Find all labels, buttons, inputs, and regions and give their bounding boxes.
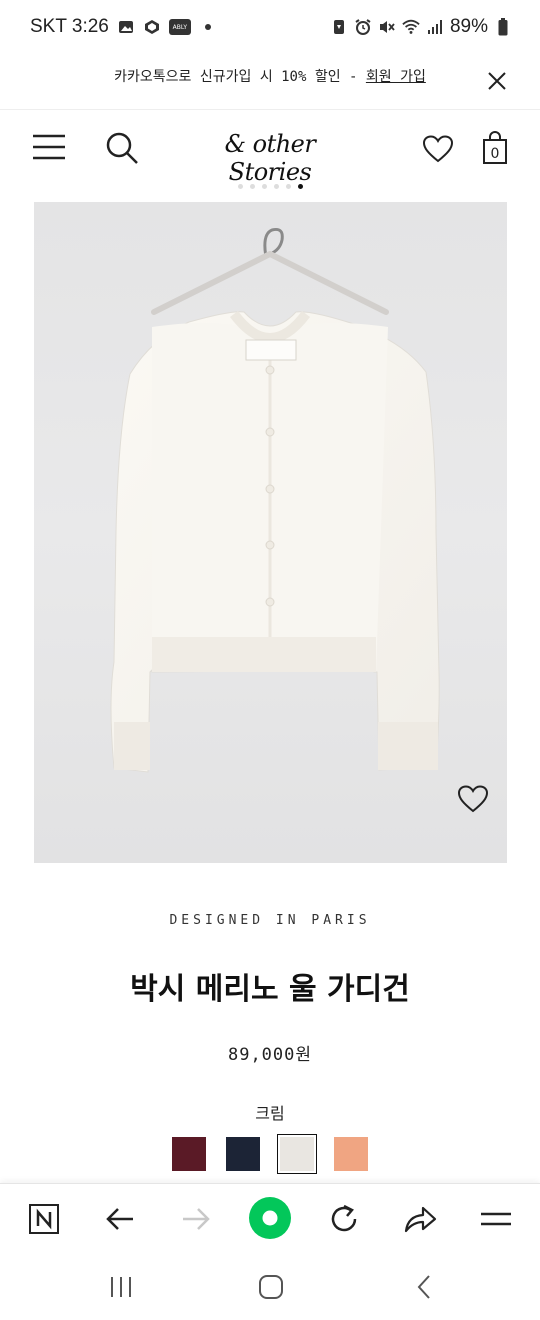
signup-link[interactable]: 회원 가입 xyxy=(366,69,426,85)
status-bar: SKT 3:26 ABLY 89% xyxy=(0,0,540,58)
tagline: DESIGNED IN PARIS xyxy=(169,913,371,928)
share-icon[interactable] xyxy=(402,1201,438,1237)
carousel-dot[interactable] xyxy=(297,184,303,189)
status-left: SKT 3:26 ABLY xyxy=(30,16,217,38)
cart-count: 0 xyxy=(490,146,500,162)
carousel-dot[interactable] xyxy=(249,184,255,189)
close-icon[interactable] xyxy=(486,70,508,92)
carousel-dot[interactable] xyxy=(285,184,291,189)
swatch-fill xyxy=(172,1137,206,1171)
signal-icon xyxy=(426,18,444,36)
search-icon[interactable] xyxy=(104,130,140,166)
back-arrow-icon[interactable] xyxy=(102,1201,138,1237)
color-swatch[interactable] xyxy=(331,1134,371,1174)
menu-icon[interactable] xyxy=(32,132,66,162)
home-icon[interactable] xyxy=(255,1271,287,1303)
product-price: 89,000원 xyxy=(227,1045,313,1065)
recents-icon[interactable] xyxy=(105,1271,137,1303)
carousel-dot[interactable] xyxy=(261,184,267,189)
color-swatch[interactable] xyxy=(223,1134,263,1174)
color-swatches xyxy=(0,1134,540,1174)
menu-lines-icon[interactable] xyxy=(478,1201,514,1237)
forward-arrow-icon xyxy=(178,1201,214,1237)
carousel-dot[interactable] xyxy=(237,184,243,189)
product-title: 박시 메리노 울 가디건 xyxy=(130,972,410,1007)
selected-color-name: 크림 xyxy=(255,1104,285,1123)
bag-icon[interactable]: 0 xyxy=(480,130,510,166)
status-right: 89% xyxy=(330,16,512,38)
promo-text: 카카오톡으로 신규가입 시 10% 할인 - xyxy=(114,69,366,85)
carrier-time: SKT 3:26 xyxy=(30,16,109,37)
browser-toolbar xyxy=(0,1183,540,1253)
system-nav-bar xyxy=(0,1253,540,1320)
swatch-fill xyxy=(280,1137,314,1171)
carousel-dot[interactable] xyxy=(273,184,279,189)
dot-icon xyxy=(199,18,217,36)
refresh-icon[interactable] xyxy=(326,1201,362,1237)
app-icon xyxy=(143,18,161,36)
color-swatch[interactable] xyxy=(277,1134,317,1174)
ably-icon: ABLY xyxy=(168,19,191,35)
home-green-icon[interactable] xyxy=(248,1196,292,1240)
gallery-icon xyxy=(117,18,135,36)
mute-icon xyxy=(378,18,396,36)
brand-logo[interactable]: & other Stories xyxy=(180,130,360,186)
naver-icon[interactable] xyxy=(26,1201,62,1237)
sync-icon xyxy=(330,18,348,36)
carousel-dots xyxy=(0,184,540,189)
back-icon[interactable] xyxy=(408,1271,440,1303)
swatch-fill xyxy=(334,1137,368,1171)
product-image[interactable] xyxy=(34,202,507,863)
battery-icon xyxy=(494,18,512,36)
color-swatch[interactable] xyxy=(169,1134,209,1174)
promo-banner: 카카오톡으로 신규가입 시 10% 할인 - 회원 가입 xyxy=(0,58,540,110)
alarm-icon xyxy=(354,18,372,36)
swatch-fill xyxy=(226,1137,260,1171)
battery-percent: 89% xyxy=(449,16,488,37)
site-header: & other Stories 0 xyxy=(0,110,540,186)
heart-icon[interactable] xyxy=(422,134,454,164)
promo-text-wrap: 카카오톡으로 신규가입 시 10% 할인 - 회원 가입 xyxy=(0,66,540,86)
wishlist-icon[interactable] xyxy=(457,785,489,817)
wifi-icon xyxy=(402,18,420,36)
cardigan-illustration xyxy=(110,228,440,773)
